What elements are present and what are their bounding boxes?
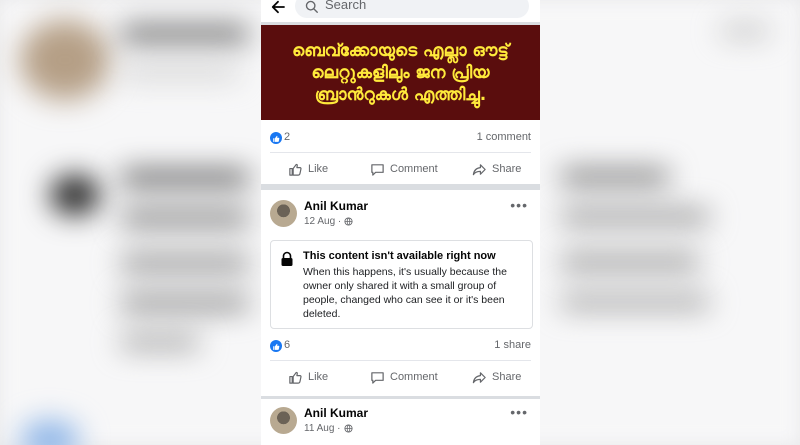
share-icon xyxy=(472,163,486,175)
share-icon xyxy=(472,371,486,383)
unavailable-message: When this happens, it's usually because … xyxy=(303,266,507,320)
like-reaction-icon xyxy=(270,132,282,144)
post-image[interactable]: ബെവ്ക്കോയുടെ എല്ലാ ഔട്ട് ലെറ്റുകളിലും ജന… xyxy=(261,25,540,120)
more-options-icon[interactable]: ••• xyxy=(510,404,528,420)
like-label: Like xyxy=(308,163,329,175)
top-bar xyxy=(261,0,540,22)
globe-icon xyxy=(343,424,353,433)
post-actions: Like Comment Share xyxy=(261,363,540,391)
lock-icon xyxy=(281,251,293,266)
unavailable-title: This content isn't available right now xyxy=(303,250,496,262)
comment-button[interactable]: Comment xyxy=(370,363,438,391)
post-header: Anil Kumar 11 Aug · ••• xyxy=(261,401,540,441)
post-meta: 11 Aug · xyxy=(304,423,353,434)
search-input[interactable] xyxy=(325,0,515,12)
author-name[interactable]: Anil Kumar xyxy=(304,199,368,213)
post-stats: 2 1 comment xyxy=(261,127,540,151)
like-button[interactable]: Like xyxy=(288,363,328,391)
mobile-feed: ബെവ്ക്കോയുടെ എല്ലാ ഔട്ട് ലെറ്റുകളിലും ജന… xyxy=(261,0,540,445)
post-date[interactable]: 12 Aug · xyxy=(304,216,341,227)
comment-label: Comment xyxy=(390,163,438,175)
like-label: Like xyxy=(308,371,329,383)
post-card: ബെവ്ക്കോയുടെ എല്ലാ ഔട്ട് ലെറ്റുകളിലും ജന… xyxy=(261,25,540,184)
back-arrow-icon[interactable] xyxy=(269,0,287,16)
comment-icon xyxy=(371,163,384,176)
search-bar[interactable] xyxy=(295,0,529,18)
share-label: Share xyxy=(492,371,522,383)
more-options-icon[interactable]: ••• xyxy=(510,197,528,213)
post-card: Anil Kumar 12 Aug · ••• This content isn… xyxy=(261,190,540,396)
like-count[interactable]: 2 xyxy=(284,131,290,143)
like-reaction-icon xyxy=(270,340,282,352)
post-card: Anil Kumar 11 Aug · ••• xyxy=(261,399,540,445)
avatar[interactable] xyxy=(270,200,297,227)
post-date[interactable]: 11 Aug · xyxy=(304,423,341,434)
comment-count[interactable]: 1 comment xyxy=(477,131,531,143)
share-button[interactable]: Share xyxy=(472,363,521,391)
post-stats: 6 1 share xyxy=(261,335,540,359)
content-unavailable-box: This content isn't available right now W… xyxy=(270,240,533,329)
thumbs-up-icon xyxy=(289,163,302,176)
like-count[interactable]: 6 xyxy=(284,339,290,351)
globe-icon xyxy=(344,217,353,226)
divider xyxy=(270,152,531,153)
post-actions: Like Comment Share xyxy=(261,155,540,183)
search-icon xyxy=(305,0,318,13)
share-button[interactable]: Share xyxy=(472,155,521,183)
share-count[interactable]: 1 share xyxy=(494,339,531,351)
comment-label: Comment xyxy=(390,371,438,383)
post-header: Anil Kumar 12 Aug · ••• xyxy=(261,194,540,234)
comment-icon xyxy=(371,371,384,384)
share-label: Share xyxy=(492,163,522,175)
post-image-text: ബെവ്ക്കോയുടെ എല്ലാ ഔട്ട് ലെറ്റുകളിലും ജന… xyxy=(292,40,509,105)
post-meta: 12 Aug · xyxy=(304,216,353,227)
author-name[interactable]: Anil Kumar xyxy=(304,406,368,420)
like-button[interactable]: Like xyxy=(288,155,328,183)
divider xyxy=(270,360,531,361)
comment-button[interactable]: Comment xyxy=(370,155,438,183)
thumbs-up-icon xyxy=(289,371,302,384)
avatar[interactable] xyxy=(270,407,297,434)
